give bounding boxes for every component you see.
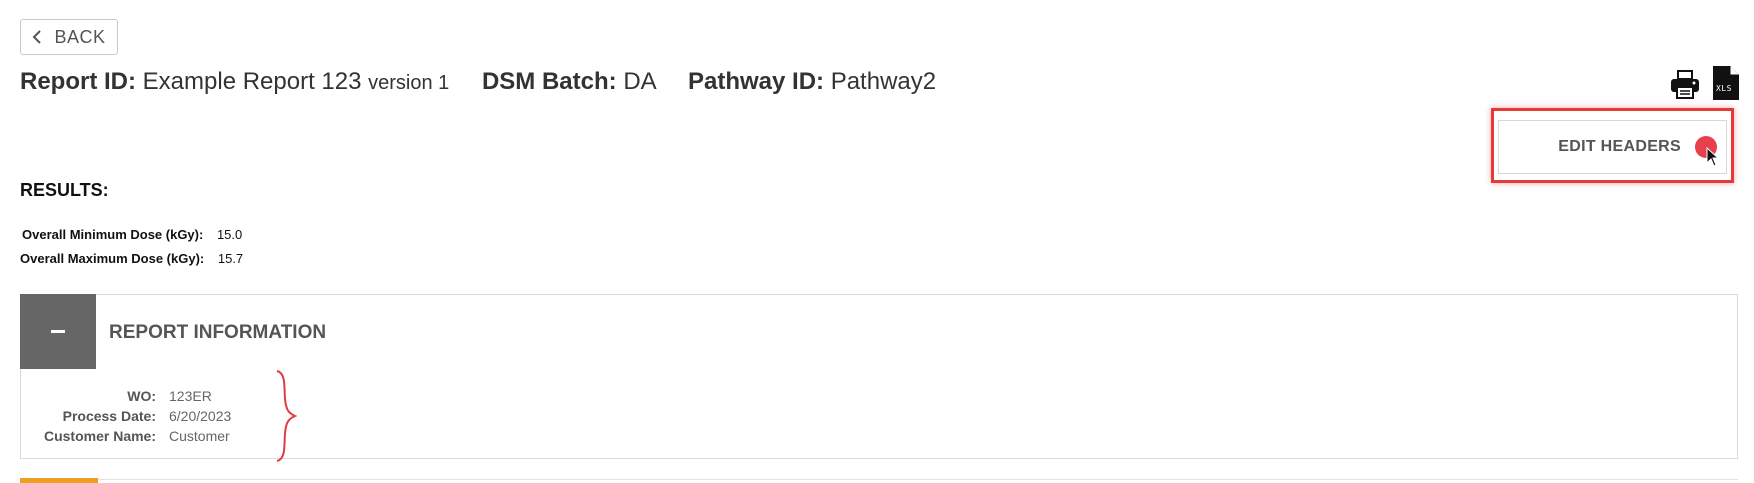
report-header: Report ID: Example Report 123 version 1 … [20, 68, 962, 96]
pathway-id-value: Pathway2 [830, 68, 937, 95]
back-button-label: BACK [54, 26, 106, 47]
min-dose-row: Overall Minimum Dose (kGy): 15.0 [22, 227, 242, 242]
mouse-cursor-icon [1706, 146, 1720, 167]
pathway-id-label: Pathway ID: [688, 68, 825, 95]
edit-headers-button[interactable]: EDIT HEADERS [1498, 120, 1727, 174]
curly-brace-annotation [274, 369, 298, 463]
minus-icon [51, 330, 65, 333]
report-version: version 1 [368, 72, 450, 94]
report-id-label: Report ID: [20, 68, 136, 95]
next-section-accent [20, 478, 98, 483]
info-label: Process Date: [62, 408, 156, 424]
edit-headers-label: EDIT HEADERS [1558, 138, 1681, 155]
chevron-left-icon [32, 30, 42, 44]
info-value: Customer [169, 428, 230, 444]
back-button[interactable]: BACK [20, 19, 118, 55]
xls-file-icon[interactable]: XLS [1713, 66, 1739, 100]
report-id: Report ID: Example Report 123 version 1 [20, 68, 456, 95]
xls-file-label: XLS [1716, 84, 1732, 93]
info-label: WO: [127, 388, 156, 404]
dsm-batch: DSM Batch: DA [482, 68, 662, 95]
dsm-batch-label: DSM Batch: [481, 68, 617, 95]
results-title: RESULTS: [20, 180, 109, 200]
dsm-batch-value: DA [623, 68, 656, 95]
max-dose-value: 15.7 [217, 251, 244, 266]
info-value: 6/20/2023 [169, 408, 232, 424]
info-label: Customer Name: [43, 428, 156, 444]
info-value: 123ER [169, 388, 212, 404]
max-dose-row: Overall Maximum Dose (kGy): 15.7 [20, 251, 243, 266]
pathway-id: Pathway ID: Pathway2 [688, 68, 936, 95]
report-information-title: REPORT INFORMATION [109, 322, 327, 343]
printer-icon[interactable] [1669, 68, 1701, 100]
min-dose-value: 15.0 [216, 227, 243, 242]
report-id-value: Example Report 123 [142, 68, 362, 95]
divider [98, 479, 1738, 480]
max-dose-label: Overall Maximum Dose (kGy): [20, 251, 205, 266]
min-dose-label: Overall Minimum Dose (kGy): [22, 227, 204, 242]
collapse-button[interactable] [20, 294, 96, 369]
